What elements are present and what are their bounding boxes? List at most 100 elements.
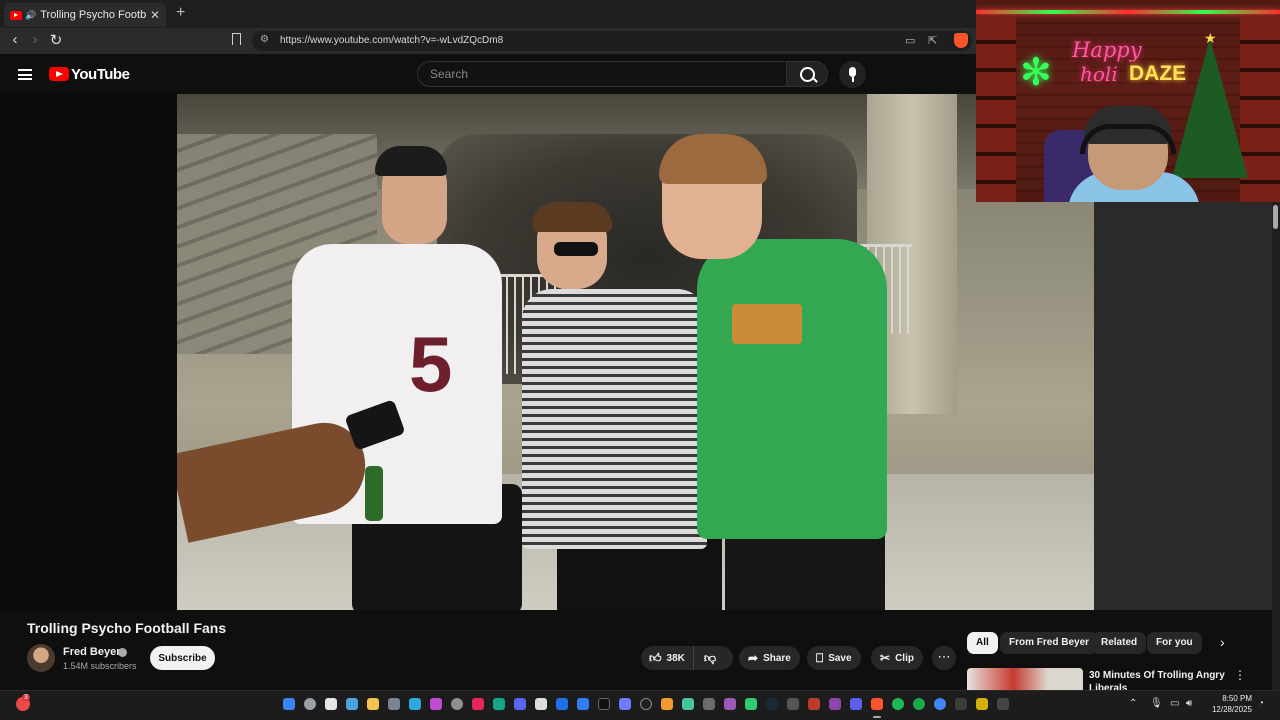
app-icon-33[interactable] xyxy=(955,698,967,710)
app-icon-34[interactable] xyxy=(976,698,988,710)
back-icon[interactable]: ‹ xyxy=(5,31,25,48)
photos-icon[interactable] xyxy=(346,698,358,710)
app-icon-14[interactable] xyxy=(556,698,568,710)
recommended-more-icon[interactable]: ⋮ xyxy=(1234,668,1246,682)
microphone-icon[interactable] xyxy=(839,61,866,88)
save-icon: ⎕ xyxy=(816,650,824,665)
avatar[interactable] xyxy=(27,644,55,672)
volume-icon[interactable]: 🔊︎ xyxy=(1186,698,1192,709)
taskbar-search-icon[interactable] xyxy=(304,698,316,710)
app-icon-20[interactable] xyxy=(682,698,694,710)
more-actions-icon[interactable]: ⋯ xyxy=(932,646,956,670)
clip-button[interactable]: ✂ Clip xyxy=(871,646,923,670)
new-tab-icon[interactable]: + xyxy=(176,4,185,22)
file-explorer-icon[interactable] xyxy=(367,698,379,710)
chip-all[interactable]: All xyxy=(967,632,998,654)
person-middle-hair xyxy=(532,202,612,232)
app-icon-19[interactable] xyxy=(661,698,673,710)
share-button[interactable]: ➦ Share xyxy=(739,646,800,670)
network-icon[interactable]: ▭ xyxy=(1170,698,1179,709)
youtube-logo-text[interactable]: YouTube xyxy=(71,66,130,83)
share-page-icon[interactable]: ⇱ xyxy=(928,34,937,47)
cast-icon[interactable]: ▭ xyxy=(905,34,915,47)
person-right-green-shirt xyxy=(697,239,887,539)
recommended-video-title[interactable]: 30 Minutes Of Trolling Angry Liberals xyxy=(1089,669,1229,690)
like-dislike-group: 👍︎ 38K 👎︎ xyxy=(641,646,733,670)
page-scrollbar[interactable] xyxy=(1272,202,1280,690)
chevron-right-icon[interactable]: › xyxy=(1220,634,1225,650)
video-player[interactable]: 5 xyxy=(177,94,1094,610)
app-icon-8[interactable] xyxy=(430,698,442,710)
url-field[interactable]: ⚙ https://www.youtube.com/watch?v=-wLvdZ… xyxy=(252,31,972,51)
obs-icon[interactable] xyxy=(640,698,652,710)
search-box xyxy=(417,61,787,87)
chrome-icon[interactable] xyxy=(934,698,946,710)
app-icon-25[interactable] xyxy=(787,698,799,710)
search-input[interactable] xyxy=(418,62,786,86)
verified-icon xyxy=(118,648,127,657)
share-icon: ➦ xyxy=(748,651,759,665)
tab-title: Trolling Psycho Football Fans xyxy=(40,9,146,21)
steam-icon[interactable] xyxy=(766,698,778,710)
notifications-icon[interactable]: ◔ xyxy=(1258,698,1264,709)
scrollbar-thumb[interactable] xyxy=(1273,205,1278,229)
subscriber-count: 1.54M subscribers xyxy=(63,661,137,671)
chip-from-channel[interactable]: From Fred Beyer xyxy=(1000,632,1099,654)
app-icon-17[interactable] xyxy=(619,698,631,710)
tiktok-icon[interactable] xyxy=(472,698,484,710)
brave-shields-icon[interactable] xyxy=(954,33,968,48)
video-title: Trolling Psycho Football Fans xyxy=(27,620,227,636)
bookmark-icon[interactable] xyxy=(232,33,241,45)
taskbar-clock[interactable]: 8:50 PM 12/28/2025 xyxy=(1206,693,1252,715)
chip-related[interactable]: Related xyxy=(1092,632,1147,654)
save-button[interactable]: ⎕ Save xyxy=(807,646,861,670)
app-icon-16[interactable] xyxy=(598,698,610,710)
gift-shelf-left xyxy=(976,16,1016,202)
start-icon[interactable] xyxy=(283,698,295,710)
channel-name[interactable]: Fred Beyer xyxy=(63,646,120,658)
discord-icon[interactable] xyxy=(514,698,526,710)
app-icon-28[interactable] xyxy=(850,698,862,710)
search-icon[interactable] xyxy=(786,61,828,87)
youtube-favicon-icon xyxy=(10,10,22,20)
recommended-video-thumbnail[interactable] xyxy=(967,668,1083,690)
like-count: 38K xyxy=(666,652,685,664)
clip-label: Clip xyxy=(895,652,914,664)
reload-icon[interactable]: ↻ xyxy=(46,31,66,49)
app-icon-13[interactable] xyxy=(535,698,547,710)
mail-icon[interactable] xyxy=(409,698,421,710)
app-icon-26[interactable] xyxy=(808,698,820,710)
app-icon-21[interactable] xyxy=(703,698,715,710)
neon-sign-happy: Happy xyxy=(1072,38,1142,62)
app-icon-9[interactable] xyxy=(451,698,463,710)
forward-icon[interactable]: › xyxy=(25,31,45,48)
headset xyxy=(1080,124,1176,154)
brave-taskbar-icon[interactable] xyxy=(871,698,883,710)
dislike-button[interactable]: 👎︎ xyxy=(694,651,726,666)
url-text: https://www.youtube.com/watch?v=-wLvdZQc… xyxy=(280,35,504,46)
like-button[interactable]: 👍︎ 38K xyxy=(641,646,694,670)
side-panel xyxy=(1094,202,1280,610)
app-icon-35[interactable] xyxy=(997,698,1009,710)
app-icon-11[interactable] xyxy=(493,698,505,710)
site-info-icon[interactable]: ⚙ xyxy=(260,34,269,45)
subscribe-button[interactable]: Subscribe xyxy=(150,646,215,670)
speaker-icon[interactable]: 🔊 xyxy=(25,10,36,21)
task-view-icon[interactable] xyxy=(325,698,337,710)
active-app-indicator xyxy=(873,716,881,718)
browser-tab[interactable]: 🔊 Trolling Psycho Football Fans ✕ xyxy=(4,3,166,27)
youtube-logo-icon[interactable] xyxy=(49,67,69,81)
tray-microphone-icon[interactable]: 🎙︎ xyxy=(1150,698,1163,709)
jersey-number: 5 xyxy=(409,320,453,408)
menu-icon[interactable] xyxy=(18,69,32,80)
chip-for-you[interactable]: For you xyxy=(1147,632,1202,654)
app-icon-15[interactable] xyxy=(577,698,589,710)
app-icon-27[interactable] xyxy=(829,698,841,710)
app-icon-23[interactable] xyxy=(745,698,757,710)
spotify-icon[interactable] xyxy=(892,698,904,710)
tray-chevron-up-icon[interactable]: ⌃ xyxy=(1129,698,1137,709)
app-icon-22[interactable] xyxy=(724,698,736,710)
app-icon-31[interactable] xyxy=(913,698,925,710)
close-tab-icon[interactable]: ✕ xyxy=(150,8,160,22)
settings-icon[interactable] xyxy=(388,698,400,710)
